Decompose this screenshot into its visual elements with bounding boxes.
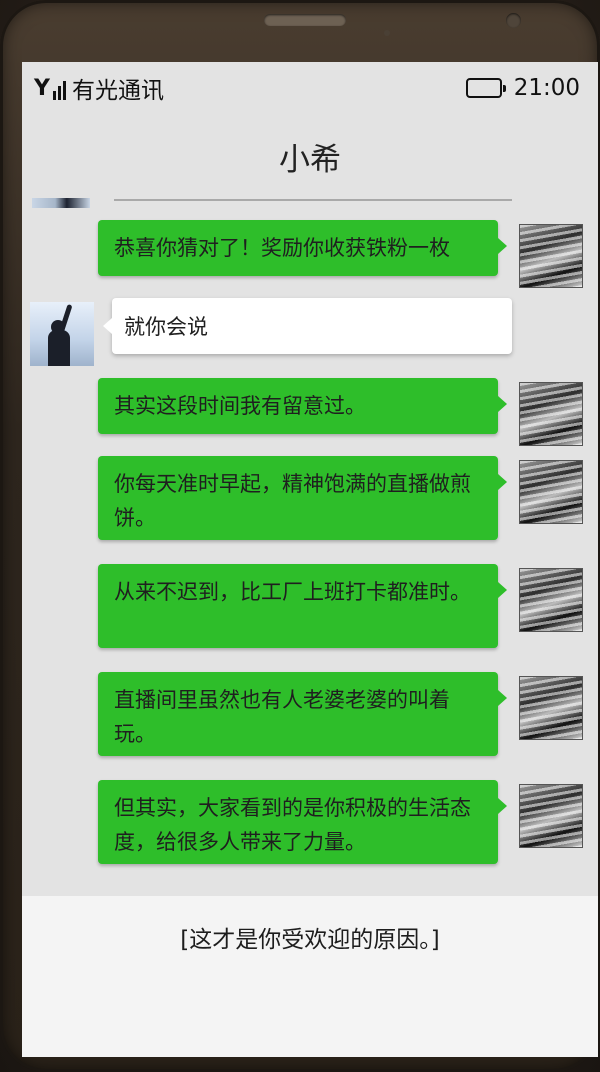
message-bubble-outgoing[interactable]: 但其实，大家看到的是你积极的生活态度，给很多人带来了力量。 <box>98 780 507 864</box>
carrier-name: 有光通讯 <box>71 78 164 104</box>
signal-icon: Y <box>34 76 66 100</box>
avatar[interactable] <box>519 460 583 524</box>
avatar-partial <box>32 198 90 208</box>
avatar[interactable] <box>519 224 583 288</box>
avatar[interactable] <box>519 382 583 446</box>
status-time: 21:00 <box>513 75 580 101</box>
status-left: Y 有光通讯 <box>34 71 164 105</box>
front-camera <box>506 13 521 28</box>
message-bubble-outgoing[interactable]: 其实这段时间我有留意过。 <box>98 378 507 434</box>
message-bubble-outgoing[interactable]: 恭喜你猜对了！奖励你收获铁粉一枚 <box>98 220 507 276</box>
message-bubble-outgoing[interactable]: 从来不迟到，比工厂上班打卡都准时。 <box>98 564 507 648</box>
battery-icon <box>465 78 506 98</box>
message-bubble-outgoing[interactable]: 你每天准时早起，精神饱满的直播做煎饼。 <box>98 456 507 540</box>
status-right: 21:00 <box>465 75 580 101</box>
header-divider <box>114 199 512 201</box>
message-bubble-incoming[interactable]: 就你会说 <box>103 298 512 354</box>
speaker-grille <box>264 14 346 26</box>
phone-screen: Y 有光通讯 21:00 小希 恭喜你猜对了！奖励你收获铁粉一枚 就你会说 其实… <box>22 62 598 1057</box>
avatar[interactable] <box>30 302 94 366</box>
proximity-sensor <box>384 30 390 36</box>
avatar[interactable] <box>519 676 583 740</box>
phone-frame: Y 有光通讯 21:00 小希 恭喜你猜对了！奖励你收获铁粉一枚 就你会说 其实… <box>0 0 600 1072</box>
dialogue-panel[interactable]: [这才是你受欢迎的原因。] <box>22 896 598 1057</box>
status-bar: Y 有光通讯 21:00 <box>22 62 598 114</box>
chat-title: 小希 <box>279 142 341 178</box>
avatar[interactable] <box>519 784 583 848</box>
narration-text: [这才是你受欢迎的原因。] <box>180 927 440 953</box>
message-bubble-outgoing[interactable]: 直播间里虽然也有人老婆老婆的叫着玩。 <box>98 672 507 756</box>
avatar[interactable] <box>519 568 583 632</box>
